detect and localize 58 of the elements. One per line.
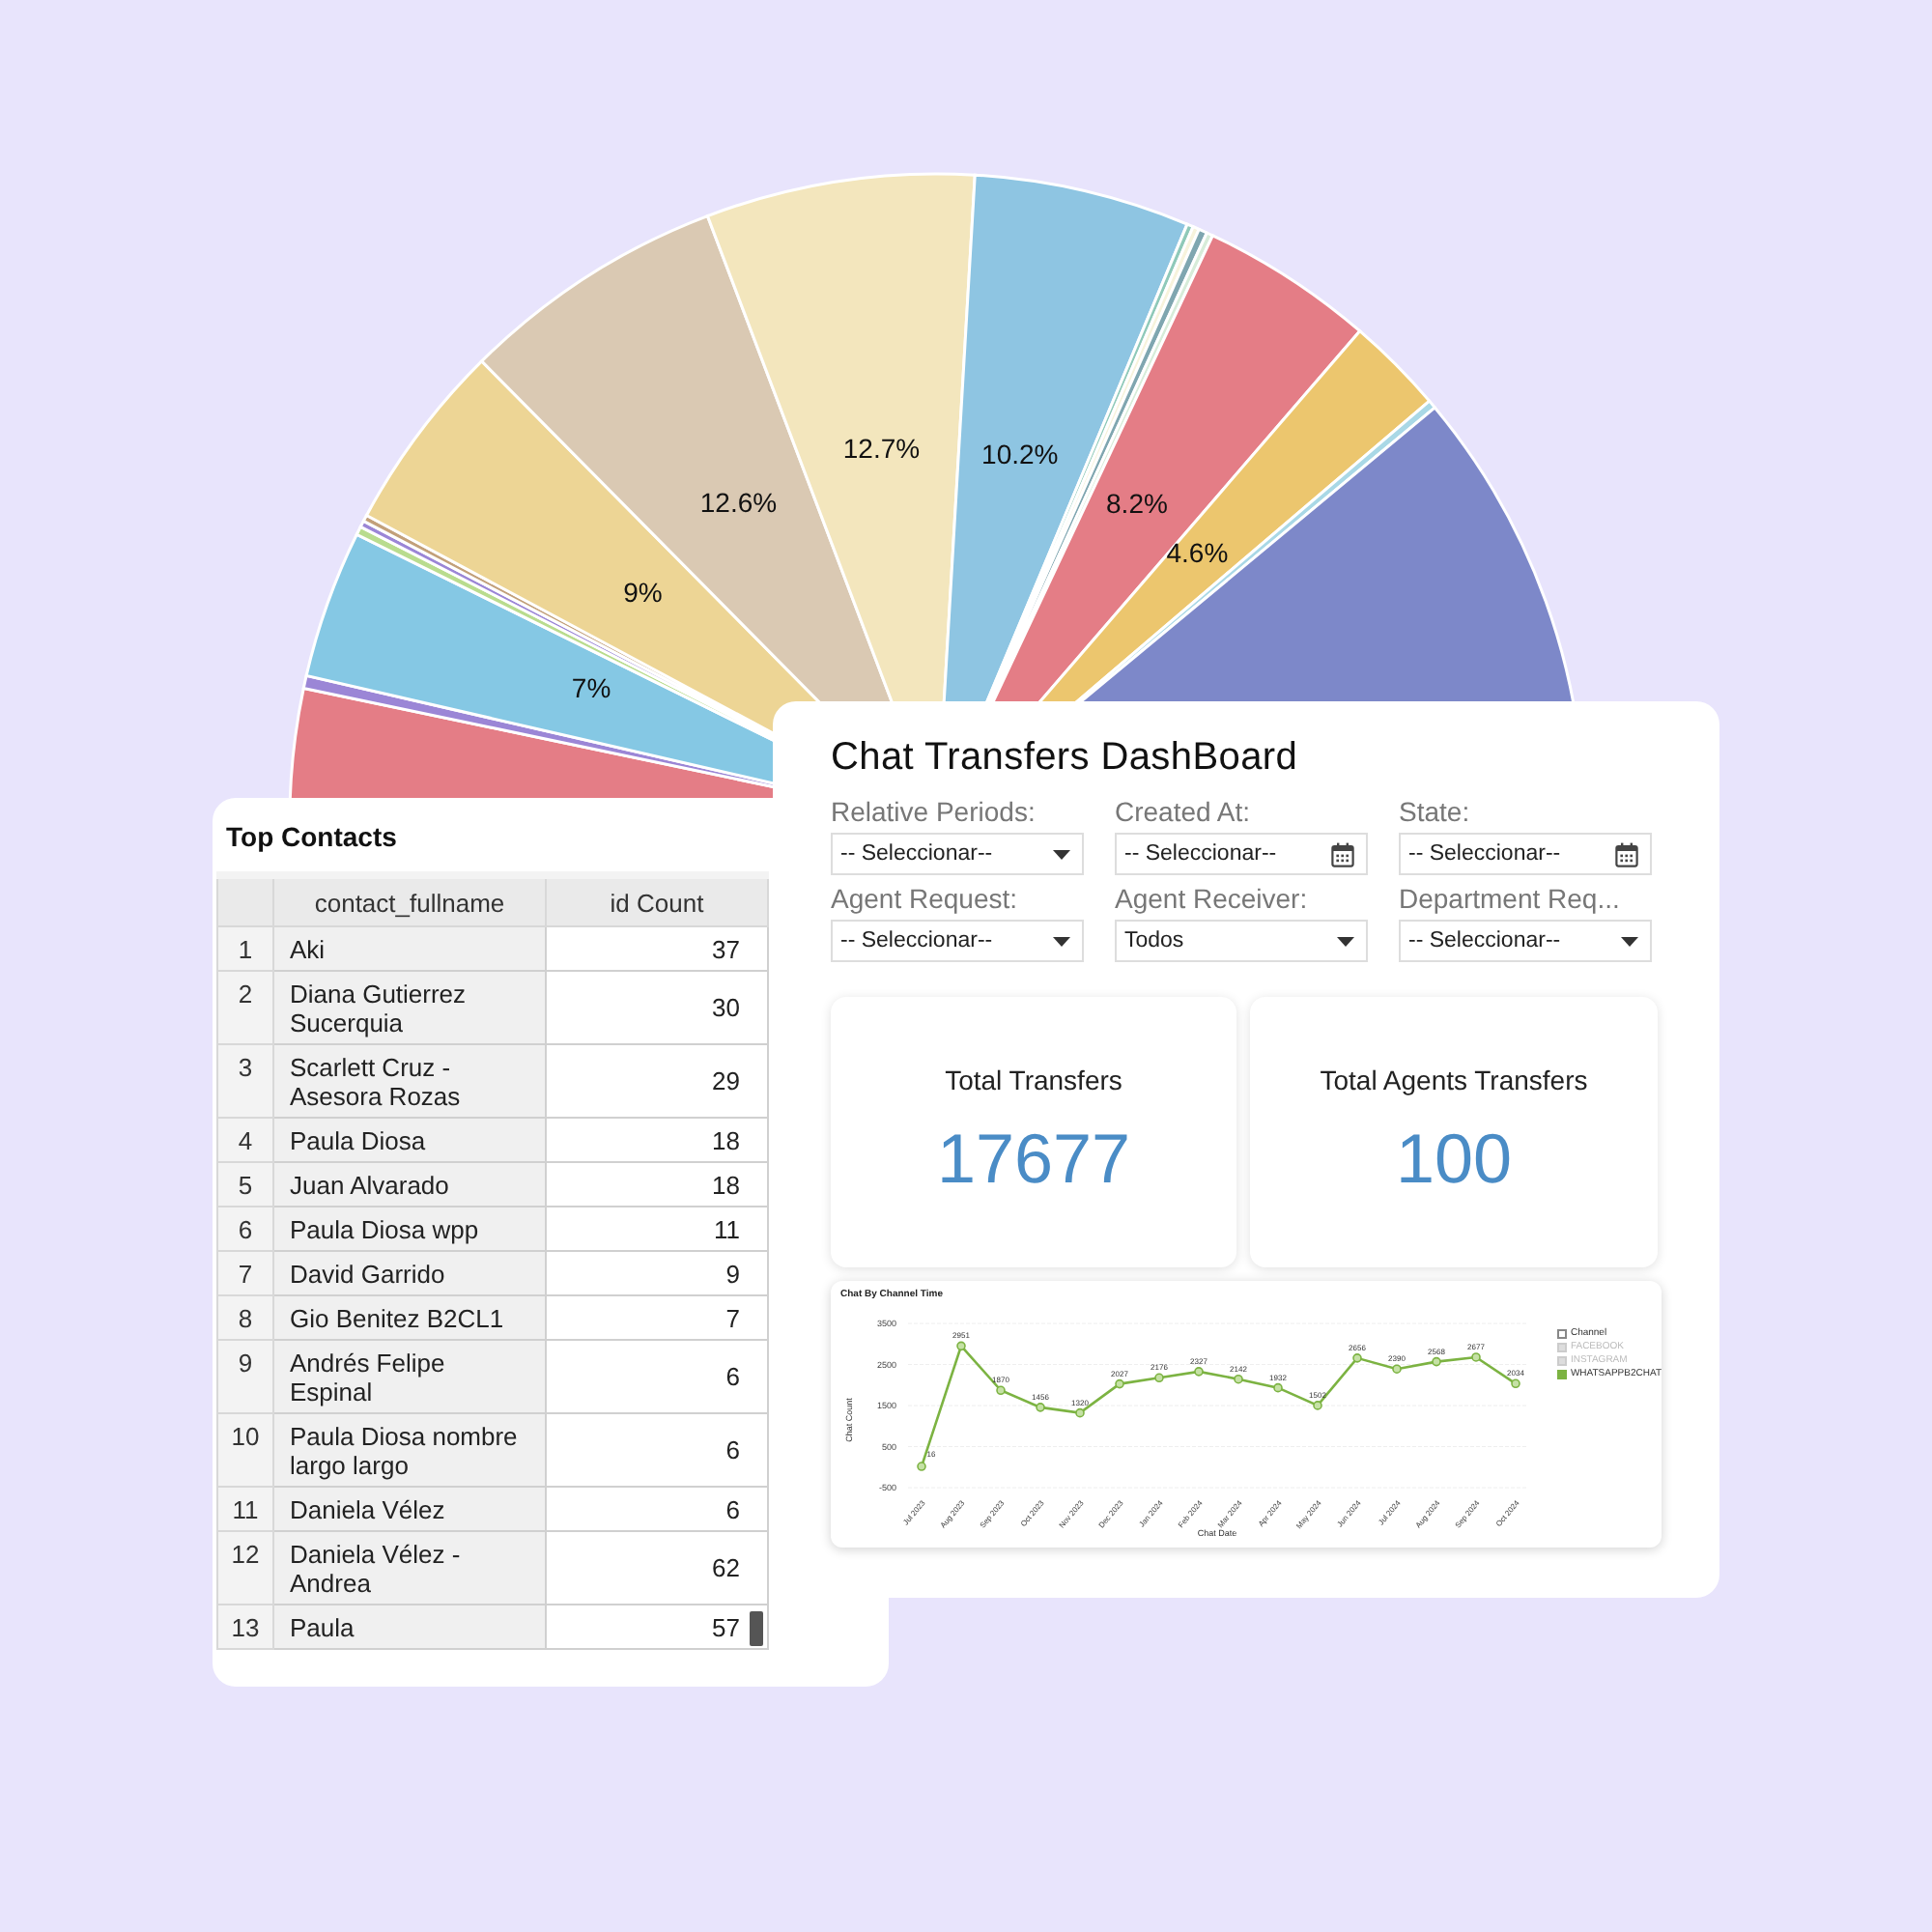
table-cell: Juan Alvarado [273,1162,546,1207]
pie-label: 12.7% [842,433,921,465]
table-cell: Daniela Vélez - Andrea [273,1531,546,1605]
stat-label: Total Transfers [945,1065,1122,1095]
table-cell: 11 [546,1207,768,1251]
row-number: 3 [217,1044,273,1118]
card-title: Top Contacts [226,821,397,852]
filter-label: Agent Request: [831,883,1020,914]
table-cell: Scarlett Cruz - Asesora Rozas [273,1044,546,1118]
table-cell: 6 [546,1340,768,1413]
table-cell: 62 [546,1531,768,1605]
table-cell: Aki [273,926,546,971]
stat-value: 17677 [936,1119,1131,1200]
row-number: 11 [217,1487,273,1531]
stat-label: Total Agents Transfers [1320,1065,1588,1095]
row-number: 9 [217,1340,273,1413]
row-number: 2 [217,971,273,1044]
row-number: 1 [217,926,273,971]
row-number: 5 [217,1162,273,1207]
dashboard-title: Chat Transfers DashBoard [831,736,1300,781]
table-cell: Daniela Vélez [273,1487,546,1531]
filter-label: Agent Receiver: [1115,883,1310,914]
table-cell: Paula Diosa wpp [273,1207,546,1251]
table-cell: 18 [546,1118,768,1162]
filter-label: Department Req... [1399,883,1622,914]
table-cell: 29 [546,1044,768,1118]
table-cell: 37 [546,926,768,971]
row-number: 4 [217,1118,273,1162]
table-cell: 6 [546,1413,768,1487]
table-cell: 9 [546,1251,768,1295]
pie-label: 12.6% [699,487,778,519]
table-cell: Paula Diosa [273,1118,546,1162]
table-cell: 18 [546,1162,768,1207]
pie-label: 10.2% [981,438,1059,469]
filter-label: Created At: [1115,796,1253,827]
pie-label: 7% [571,672,611,704]
table-cell: Paula Diosa nombre largo largo [273,1413,546,1487]
table-cell: Diana Gutierrez Sucerquia [273,971,546,1044]
filter-label: State: [1399,796,1472,827]
pie-label: 9% [623,576,663,608]
row-number: 10 [217,1413,273,1487]
table-cell: David Garrido [273,1251,546,1295]
pie-label: 8.2% [1106,488,1168,520]
row-number: 12 [217,1531,273,1605]
table-cell: 30 [546,971,768,1044]
table-cell: Paula [273,1605,546,1649]
pie-label: 4.6% [1166,537,1229,569]
filter-label: Relative Periods: [831,796,1037,827]
row-number: 8 [217,1295,273,1340]
stat-value: 100 [1395,1119,1513,1200]
table-cell: 57 [546,1605,768,1649]
table-cell: Andrés Felipe Espinal [273,1340,546,1413]
table-cell: Gio Benitez B2CL1 [273,1295,546,1340]
table-cell: 7 [546,1295,768,1340]
row-number: 7 [217,1251,273,1295]
row-number: 13 [217,1605,273,1649]
table-cell: 6 [546,1487,768,1531]
row-number: 6 [217,1207,273,1251]
